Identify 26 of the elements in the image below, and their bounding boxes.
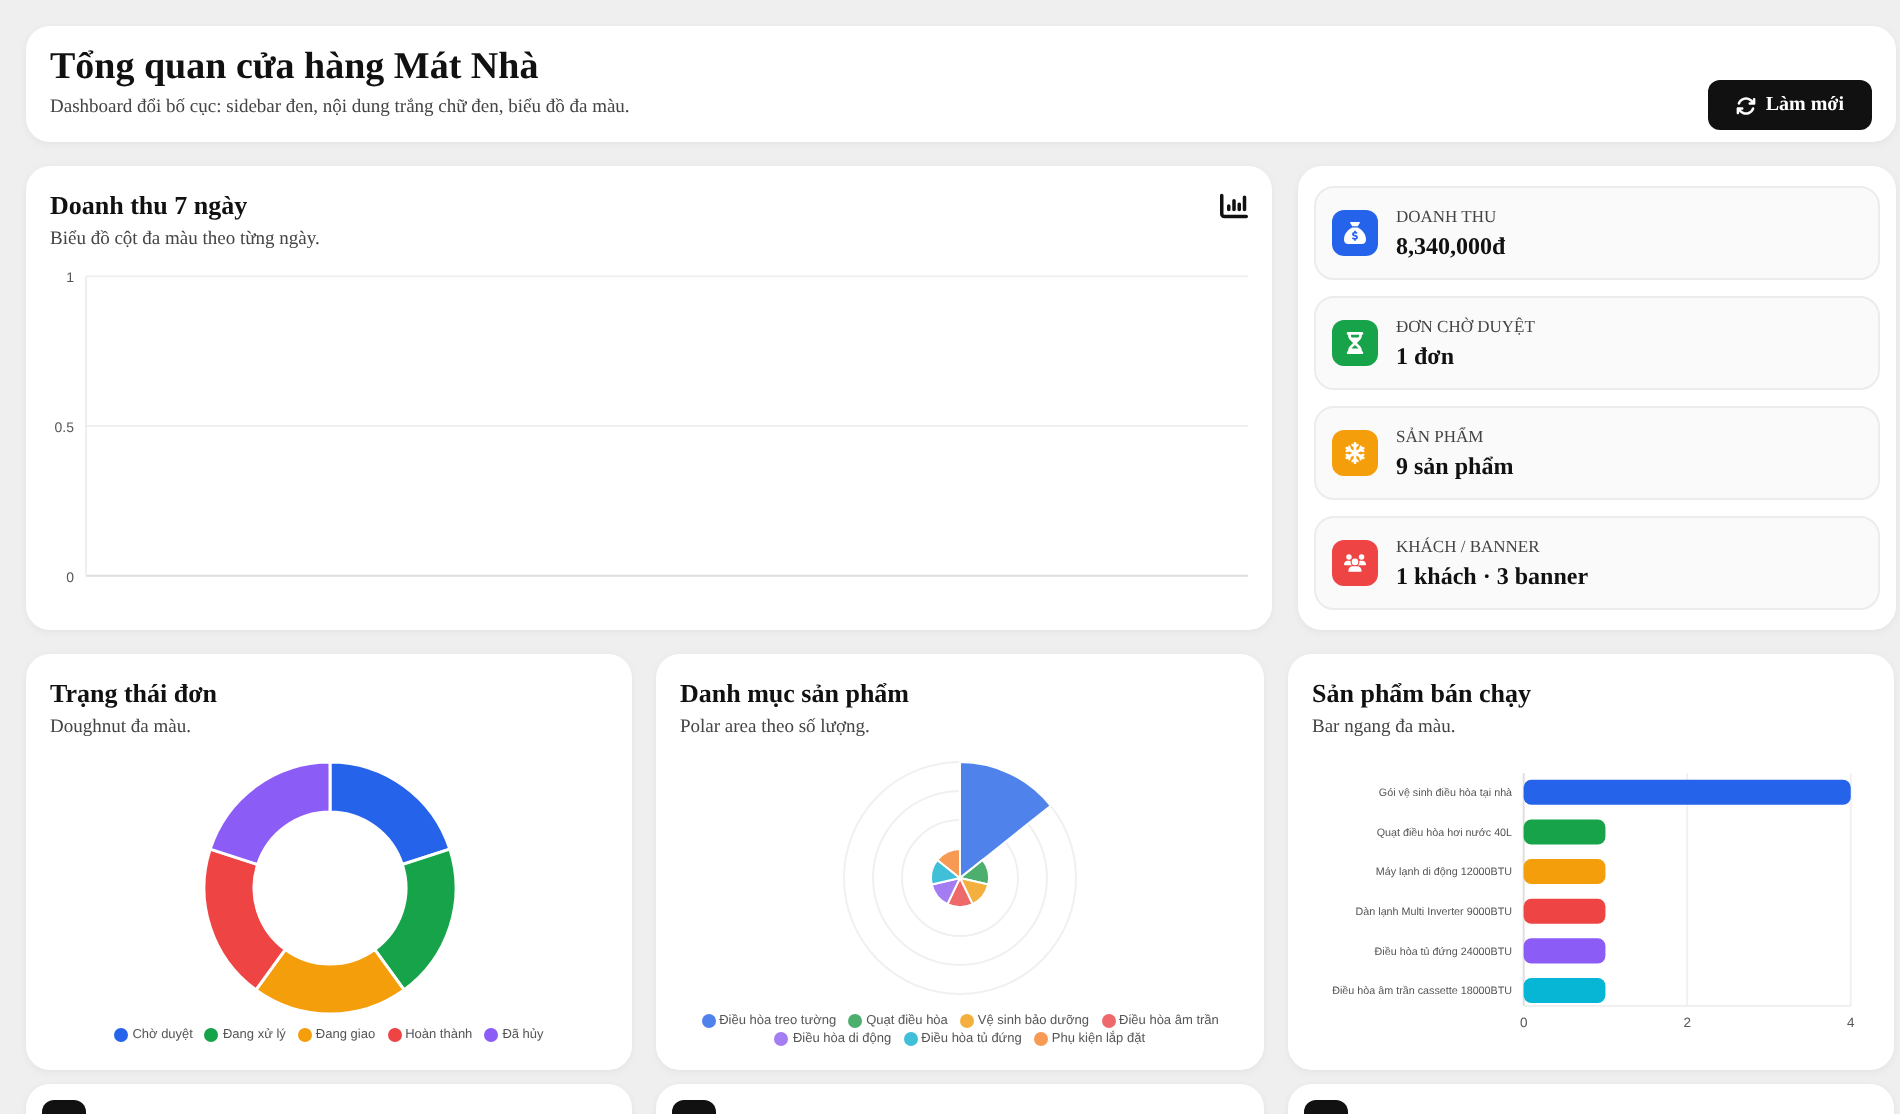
bar xyxy=(1523,898,1606,924)
card-title: Sản phẩm bán chạy xyxy=(1312,678,1533,710)
stat-label: KHÁCH / BANNER xyxy=(1396,535,1542,555)
card-subtitle: Biểu đồ cột đa màu theo từng ngày. xyxy=(50,230,322,250)
card-subtitle: Polar area theo số lượng. xyxy=(680,718,872,738)
stat-label: ĐƠN CHỜ DUYỆT xyxy=(1396,315,1535,335)
refresh-button[interactable]: Làm mới xyxy=(1707,80,1872,130)
page-title: Tổng quan cửa hàng Mát Nhà xyxy=(50,46,541,90)
stat-value: 1 đơn xyxy=(1396,341,1456,371)
stat-value: 8,340,000đ xyxy=(1396,231,1506,261)
stat-value: 1 khách · 3 banner xyxy=(1396,561,1589,591)
card-subtitle: Doughnut đa màu. xyxy=(50,718,193,738)
stat-value: 9 sản phẩm xyxy=(1396,451,1514,481)
page-subtitle: Dashboard đổi bố cục: sidebar đen, nội dung trắng chữ đen, biểu đồ đa màu. xyxy=(50,98,630,118)
card-title: Doanh thu 7 ngày xyxy=(50,190,248,222)
stat-label: DOANH THU xyxy=(1396,205,1499,225)
card-title: Trạng thái đơn xyxy=(50,678,220,710)
stat-label: SẢN PHẨM xyxy=(1396,425,1486,445)
bar xyxy=(1523,978,1606,1003)
bar xyxy=(1523,938,1606,964)
bar xyxy=(1523,859,1606,885)
card-title: Danh mục sản phẩm xyxy=(680,678,912,710)
refresh-icon xyxy=(1735,95,1756,115)
bar-chart-icon xyxy=(1220,192,1248,220)
card-subtitle: Bar ngang đa màu. xyxy=(1312,718,1458,738)
bar xyxy=(1523,819,1606,845)
